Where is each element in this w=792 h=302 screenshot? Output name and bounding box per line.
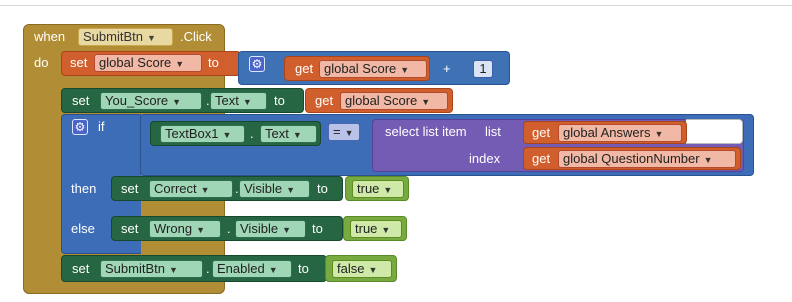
- set-label: set: [72, 261, 90, 276]
- set-global-score-block[interactable]: set global Score ▼ to: [61, 51, 241, 76]
- wrong-component-dropdown[interactable]: Wrong ▼: [149, 220, 221, 238]
- get-label: get: [532, 151, 551, 166]
- do-label: do: [34, 55, 49, 70]
- global-score-dropdown[interactable]: global Score ▼: [94, 54, 202, 72]
- triangle-down-icon: ▼: [286, 185, 295, 195]
- dot-label: .: [206, 261, 210, 276]
- get-global-score-block-2[interactable]: get global Score ▼: [305, 88, 453, 113]
- triangle-down-icon: ▼: [222, 130, 232, 140]
- triangle-down-icon: ▼: [654, 129, 664, 139]
- textbox1-component-dropdown[interactable]: TextBox1 ▼: [160, 125, 245, 143]
- set-correct-visible-block[interactable]: set Correct ▼ . Visible ▼ to: [111, 176, 343, 201]
- to-label: to: [274, 93, 285, 108]
- number-one-field[interactable]: 1: [473, 60, 493, 78]
- to-label: to: [317, 181, 328, 196]
- triangle-down-icon: ▼: [175, 59, 185, 69]
- canvas-top-border: [0, 5, 792, 6]
- get-global-answers-block[interactable]: get global Answers ▼: [523, 121, 687, 144]
- event-component-dropdown[interactable]: SubmitBtn ▼: [78, 28, 173, 46]
- to-label: to: [208, 55, 219, 70]
- wrong-visible-property-dropdown[interactable]: Visible ▼: [235, 220, 306, 238]
- enabled-property-dropdown[interactable]: Enabled ▼: [212, 260, 292, 278]
- triangle-down-icon: ▼: [368, 265, 378, 275]
- event-name-label: .Click: [180, 29, 212, 44]
- false-dropdown[interactable]: false ▼: [332, 260, 392, 278]
- triangle-down-icon: ▼: [400, 65, 410, 75]
- true-dropdown[interactable]: true ▼: [352, 180, 404, 198]
- get-label: get: [315, 93, 334, 108]
- triangle-down-icon: ▼: [383, 185, 393, 195]
- triangle-down-icon: ▼: [421, 97, 431, 107]
- triangle-down-icon: ▼: [344, 128, 354, 138]
- false-logic-block[interactable]: false ▼: [325, 255, 397, 282]
- triangle-down-icon: ▼: [703, 155, 713, 165]
- get-label: get: [295, 61, 314, 76]
- else-label: else: [71, 221, 95, 236]
- get-global-question-number-block[interactable]: get global QuestionNumber ▼: [523, 147, 741, 170]
- textbox1-text-getter-block[interactable]: TextBox1 ▼ . Text ▼: [150, 121, 321, 146]
- to-label: to: [298, 261, 309, 276]
- correct-visible-property-dropdown[interactable]: Visible ▼: [239, 180, 310, 198]
- set-submitbtn-enabled-block[interactable]: set SubmitBtn ▼ . Enabled ▼ to: [61, 255, 327, 282]
- triangle-down-icon: ▼: [200, 185, 210, 195]
- then-label: then: [71, 181, 97, 196]
- to-label: to: [312, 221, 323, 236]
- triangle-down-icon: ▼: [196, 225, 205, 235]
- correct-component-dropdown[interactable]: Correct ▼: [149, 180, 233, 198]
- global-question-number-dropdown[interactable]: global QuestionNumber ▼: [558, 150, 736, 168]
- if-label: if: [98, 119, 105, 134]
- global-answers-dropdown[interactable]: global Answers ▼: [558, 124, 682, 142]
- triangle-down-icon: ▼: [242, 97, 252, 107]
- triangle-down-icon: ▼: [282, 225, 291, 235]
- textbox1-property-dropdown[interactable]: Text ▼: [260, 125, 317, 143]
- plus-label: +: [443, 61, 451, 76]
- gear-icon[interactable]: ⚙: [249, 56, 265, 72]
- set-you-score-text-block[interactable]: set You_Score ▼ . Text ▼ to: [61, 88, 304, 113]
- true-logic-block-else[interactable]: true ▼: [343, 216, 407, 241]
- triangle-down-icon: ▼: [292, 130, 302, 140]
- when-label: when: [34, 29, 66, 44]
- set-wrong-visible-block[interactable]: set Wrong ▼ . Visible ▼ to: [111, 216, 343, 241]
- text-property-dropdown[interactable]: Text ▼: [210, 92, 267, 110]
- get-label: get: [532, 125, 551, 140]
- triangle-down-icon: ▼: [172, 97, 182, 107]
- submitbtn-component-dropdown[interactable]: SubmitBtn ▼: [100, 260, 203, 278]
- list-label: list: [485, 124, 501, 139]
- set-label: set: [121, 181, 139, 196]
- set-label: set: [70, 55, 88, 70]
- set-label: set: [72, 93, 90, 108]
- triangle-down-icon: ▼: [268, 265, 278, 275]
- get-global-score-dropdown-2[interactable]: global Score ▼: [340, 92, 448, 110]
- dot-label: .: [250, 126, 254, 141]
- triangle-down-icon: ▼: [146, 33, 156, 43]
- equals-operator-dropdown[interactable]: = ▼: [328, 123, 360, 141]
- you-score-component-dropdown[interactable]: You_Score ▼: [100, 92, 202, 110]
- set-label: set: [121, 221, 139, 236]
- true-logic-block-then[interactable]: true ▼: [345, 176, 409, 201]
- dot-label: .: [227, 221, 231, 236]
- get-global-score-block[interactable]: get global Score ▼: [284, 56, 430, 81]
- gear-icon[interactable]: ⚙: [72, 119, 88, 135]
- get-global-score-dropdown[interactable]: global Score ▼: [319, 60, 427, 78]
- true-dropdown[interactable]: true ▼: [350, 220, 402, 238]
- select-list-item-label: select list item: [385, 124, 467, 139]
- triangle-down-icon: ▼: [168, 265, 178, 275]
- triangle-down-icon: ▼: [381, 225, 391, 235]
- list-socket-well: [686, 119, 743, 144]
- index-label: index: [469, 151, 501, 166]
